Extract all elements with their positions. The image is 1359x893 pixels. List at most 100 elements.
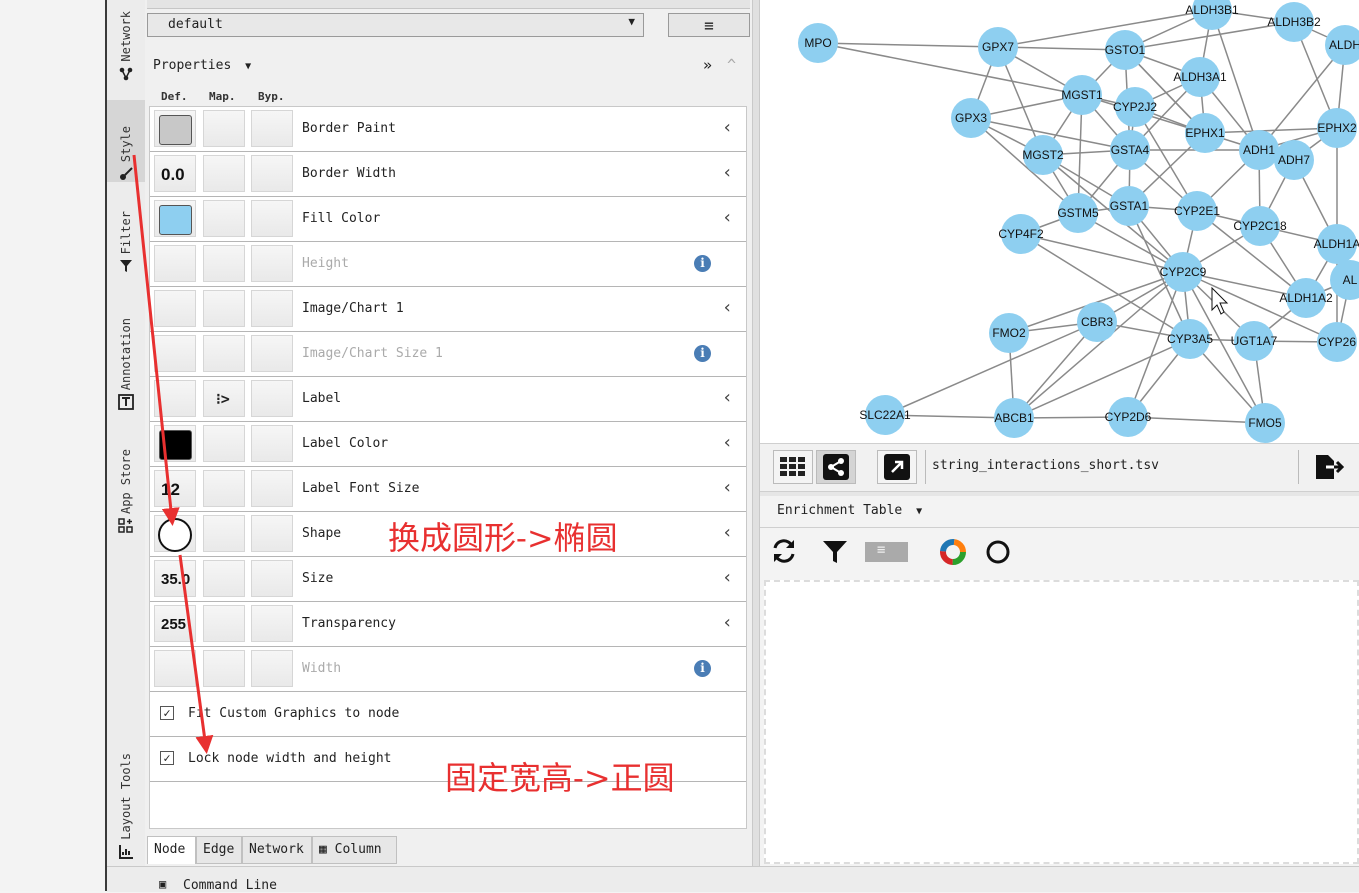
mapping-cell[interactable] [203,470,245,507]
enrichment-dropdown[interactable]: Enrichment Table ▼ [777,503,922,518]
default-value-cell[interactable] [154,515,196,552]
network-edge[interactable] [817,42,1083,96]
tab-network[interactable]: Network [242,836,312,864]
lock-node-size-checkbox[interactable]: ✓ [160,751,174,765]
mapping-cell[interactable] [203,425,245,462]
refresh-button[interactable] [770,538,798,568]
network-edge[interactable] [1013,338,1191,419]
network-node[interactable]: GSTA1 [1109,186,1149,226]
tab-column[interactable]: ▦ Column [312,836,397,864]
network-node[interactable]: GPX3 [951,98,991,138]
network-node[interactable]: FMO5 [1245,403,1285,443]
default-value-cell[interactable]: 0.0 [154,155,196,192]
network-node[interactable]: GSTM5 [1057,193,1099,233]
chevron-left-icon[interactable]: ‹ [722,567,733,588]
info-icon[interactable]: i [694,255,711,272]
property-row[interactable]: Fill Color ‹ [150,197,746,242]
mapping-cell[interactable] [203,110,245,147]
network-node[interactable]: CYP2D6 [1105,397,1152,437]
property-row[interactable]: 12 Label Font Size ‹ [150,467,746,512]
network-node[interactable]: ADH7 [1274,140,1314,180]
panel-splitter[interactable] [752,0,760,866]
network-node[interactable]: ABCB1 [994,398,1034,438]
donut-chart-button[interactable] [939,538,967,570]
style-select[interactable]: default ▼ [147,13,644,37]
default-value-cell[interactable] [154,200,196,237]
property-row[interactable]: ⁝> Label ‹ [150,377,746,422]
network-canvas[interactable]: MPO GPX7 GSTO1 ALDH3B1 ALDH3B2 ALDH GPX3 MGST1 C… [760,0,1359,443]
network-node[interactable]: ALDH [1325,25,1359,65]
chevron-left-icon[interactable]: ‹ [722,297,733,318]
network-node[interactable]: GSTA4 [1110,130,1150,170]
tab-network[interactable]: Network [107,0,145,82]
chevron-left-icon[interactable]: ‹ [722,477,733,498]
network-node[interactable]: CBR3 [1077,302,1117,342]
network-edge[interactable] [1013,271,1184,419]
property-row[interactable]: Width i [150,647,746,692]
network-edge[interactable] [817,42,999,48]
network-node[interactable]: FMO2 [989,313,1029,353]
tab-edge[interactable]: Edge [196,836,242,864]
property-row[interactable]: 35.0 Size ‹ [150,557,746,602]
info-icon[interactable]: i [694,345,711,362]
property-row[interactable]: Label Color ‹ [150,422,746,467]
tab-node[interactable]: Node [147,836,196,864]
bypass-cell[interactable] [251,605,293,642]
network-node[interactable]: MPO [798,23,838,63]
filter-button[interactable] [822,540,848,568]
network-node[interactable]: CYP2J2 [1113,87,1157,127]
default-value-cell[interactable]: 255 [154,605,196,642]
command-line-bar[interactable]: ▣ Command Line [107,866,1359,893]
network-node[interactable]: GPX7 [978,27,1018,67]
default-value-cell[interactable]: 12 [154,470,196,507]
chevron-left-icon[interactable]: ‹ [722,612,733,633]
network-node[interactable]: ALDH3B1 [1185,0,1239,30]
collapse-all-icon[interactable]: » [703,56,712,74]
mapping-cell[interactable] [203,290,245,327]
tab-style[interactable]: Style [107,100,145,182]
default-value-cell[interactable] [154,425,196,462]
default-value-cell[interactable]: 35.0 [154,560,196,597]
property-row[interactable]: 255 Transparency ‹ [150,602,746,647]
bypass-cell[interactable] [251,200,293,237]
network-view-button[interactable] [816,450,856,484]
property-row[interactable]: Image/Chart 1 ‹ [150,287,746,332]
fit-custom-graphics-checkbox[interactable]: ✓ [160,706,174,720]
detach-view-button[interactable] [877,450,917,484]
network-node[interactable]: EPHX2 [1317,108,1357,148]
bypass-cell[interactable] [251,515,293,552]
property-row[interactable]: Border Paint ‹ [150,107,746,152]
network-node[interactable]: ALDH3A1 [1173,57,1227,97]
tab-app-store[interactable]: App Store [107,432,145,534]
network-node[interactable]: EPHX1 [1185,113,1225,153]
grid-view-button[interactable] [773,450,813,484]
properties-dropdown[interactable]: Properties ▼ [153,58,251,73]
tab-layout-tools[interactable]: Layout Tools [107,730,145,860]
network-node[interactable]: MGST1 [1061,75,1103,115]
bypass-cell[interactable] [251,470,293,507]
bypass-cell[interactable] [251,380,293,417]
chevron-left-icon[interactable]: ‹ [722,117,733,138]
bypass-cell[interactable] [251,290,293,327]
mapping-cell[interactable]: ⁝> [203,380,245,417]
expand-all-icon[interactable]: ^ [727,56,736,74]
style-options-menu-button[interactable]: ≡ [668,13,750,37]
property-row[interactable]: 0.0 Border Width ‹ [150,152,746,197]
network-node[interactable]: ALDH3B2 [1267,2,1321,42]
network-node[interactable]: ALDH1A [1314,224,1359,264]
enrichment-table-area[interactable] [764,580,1359,864]
property-row[interactable]: Height i [150,242,746,287]
default-value-cell[interactable] [154,290,196,327]
default-value-cell[interactable] [154,110,196,147]
network-node[interactable]: CYP3A5 [1167,319,1213,359]
tab-filter[interactable]: Filter [107,196,145,274]
info-icon[interactable]: i [694,660,711,677]
bypass-cell[interactable] [251,155,293,192]
mapping-cell[interactable] [203,155,245,192]
mapping-cell[interactable] [203,200,245,237]
network-graph[interactable]: MPO GPX7 GSTO1 ALDH3B1 ALDH3B2 ALDH GPX3 MGST1 C… [760,0,1359,443]
mapping-cell[interactable] [203,515,245,552]
export-button[interactable] [1309,450,1349,484]
mapping-cell[interactable] [203,560,245,597]
bypass-cell[interactable] [251,560,293,597]
